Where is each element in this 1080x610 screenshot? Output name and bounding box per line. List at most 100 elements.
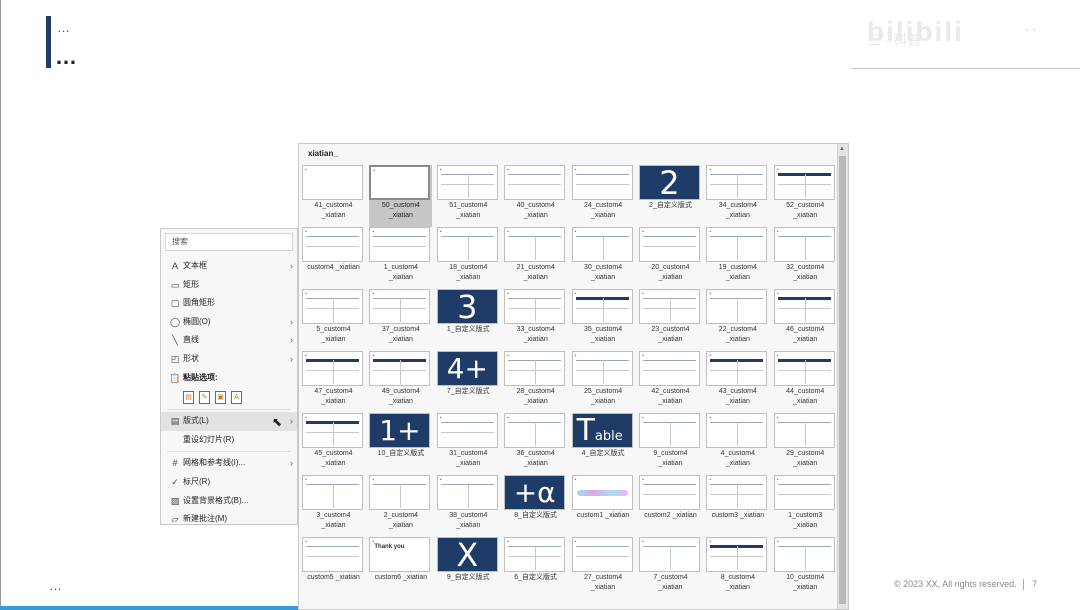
layout-tile[interactable]: ▪ 1_custom3 _xiatian	[773, 475, 837, 537]
layout-tile[interactable]: ▪ 35_custom4 _xiatian	[571, 289, 635, 351]
menu-item-a-5[interactable]: ◰ 形状 ›	[161, 350, 297, 369]
layout-tile[interactable]: ▪ 51_custom4 _xiatian	[436, 165, 500, 227]
layout-tile[interactable]: ▪ 32_custom4 _xiatian	[773, 227, 837, 289]
layout-tile[interactable]: ▪ 4_custom4 _xiatian	[706, 413, 769, 475]
layout-tile[interactable]: ▪ 19_custom4 _xiatian	[706, 227, 769, 289]
layout-tile[interactable]: ▪ 31_custom4 _xiatian	[436, 413, 500, 475]
layout-tile[interactable]: ▪ 1_custom4 _xiatian	[369, 227, 432, 289]
layout-tile[interactable]: ▪ 25_custom4 _xiatian	[571, 351, 635, 413]
mouse-cursor-icon: ⬉	[272, 415, 283, 429]
layout-tile[interactable]: ▪ 10_custom4 _xiatian	[773, 537, 837, 599]
layout-tile[interactable]: +α 8_自定义版式	[504, 475, 567, 537]
layout-tile[interactable]: ▪ 6_自定义版式	[504, 537, 567, 599]
layout-tile[interactable]: ▪ 47_custom4 _xiatian	[302, 351, 365, 413]
layout-tile[interactable]: ▪ 49_custom4 _xiatian	[369, 351, 432, 413]
layout-tile[interactable]: ▪ Thank you custom6 _xiatian	[369, 537, 432, 599]
layout-tile[interactable]: ▪ 9_custom4 _xiatian	[638, 413, 702, 475]
layout-tile[interactable]: ▪ 38_custom4 _xiatian	[436, 475, 500, 537]
footer-left-text: …	[49, 578, 62, 593]
layout-thumbnail: ▪	[369, 165, 431, 200]
layout-name: 8_custom4 _xiatian	[720, 574, 755, 591]
layout-tile[interactable]: ▪ 30_custom4 _xiatian	[571, 227, 635, 289]
scroll-up-arrow-icon[interactable]: ▲	[839, 146, 845, 152]
layout-tile[interactable]: ▪ 52_custom4 _xiatian	[773, 165, 837, 227]
paste-keep-icon[interactable]: ▤	[183, 390, 194, 404]
layout-tile[interactable]: ▪ 3_custom4 _xiatian	[302, 475, 365, 537]
menu-item-a-1[interactable]: ▭ 矩形	[161, 276, 297, 295]
layout-tile[interactable]: ▪ 20_custom4 _xiatian	[638, 227, 702, 289]
paste-text-icon[interactable]: A	[231, 390, 242, 404]
layout-tile[interactable]: 3 1_自定义版式	[436, 289, 500, 351]
menu-item-a-4[interactable]: ╲ 直线 ›	[161, 331, 297, 350]
menu-item-a-0[interactable]: A 文本框 ›	[161, 257, 297, 276]
check-icon: ✓	[171, 476, 179, 487]
layout-tile[interactable]: ▪ 43_custom4 _xiatian	[706, 351, 769, 413]
layout-tile[interactable]: ▪ 29_custom4 _xiatian	[773, 413, 837, 475]
layout-thumbnail: ▪	[369, 289, 431, 324]
layout-thumbnail: ▪	[504, 227, 566, 262]
menu-item-c-2[interactable]: ▨ 设置背景格式(B)...	[161, 492, 297, 511]
layout-thumbnail: ▪	[638, 537, 700, 572]
layout-tile[interactable]: ▪ 44_custom4 _xiatian	[773, 351, 837, 413]
layout-thumbnail: ▪	[638, 227, 700, 262]
menu-item-b-1[interactable]: 重设幻灯片(R)	[161, 431, 297, 450]
menu-item-label: 圆角矩形	[183, 298, 215, 308]
layout-tile[interactable]: ▪ 5_custom4 _xiatian	[302, 289, 365, 351]
layout-name: 2_custom4 _xiatian	[383, 512, 419, 529]
submenu-arrow-icon: ›	[290, 458, 293, 469]
layout-tile[interactable]: ▪ 23_custom4 _xiatian	[638, 289, 702, 351]
menu-item-label: 矩形	[183, 279, 199, 289]
layout-tile[interactable]: ▪ 22_custom4 _xiatian	[706, 289, 769, 351]
layout-name: 37_custom4 _xiatian	[381, 326, 420, 343]
layout-tile[interactable]: ▪ 33_custom4 _xiatian	[504, 289, 567, 351]
layout-tile[interactable]: ▪ 8_custom4 _xiatian	[706, 537, 769, 599]
layout-thumbnail: ▪	[302, 289, 363, 324]
layout-tile[interactable]: ▪ custom4 _xiatian	[302, 227, 365, 289]
menu-item-a-3[interactable]: ◯ 椭圆(O) ›	[161, 313, 297, 332]
layout-name: 2_自定义版式	[649, 202, 692, 209]
gallery-scrollbar[interactable]: ▲	[837, 144, 848, 609]
menu-item-c-1[interactable]: ✓ 标尺(R)	[161, 473, 297, 492]
paste-format-icon[interactable]: ✎	[199, 390, 210, 404]
layout-name: 31_custom4 _xiatian	[449, 450, 488, 467]
layout-thumbnail: ▪	[773, 289, 835, 324]
paste-picture-icon[interactable]: ▣	[215, 390, 226, 404]
layout-tile[interactable]: ▪ 28_custom4 _xiatian	[504, 351, 567, 413]
layout-tile[interactable]: ▪ 2_custom4 _xiatian	[369, 475, 432, 537]
layout-tile[interactable]: ▪ 7_custom4 _xiatian	[638, 537, 702, 599]
layout-tile[interactable]: ▪ 37_custom4 _xiatian	[369, 289, 432, 351]
layout-thumbnail: 3	[436, 289, 498, 324]
layout-tile[interactable]: ▪ 34_custom4 _xiatian	[706, 165, 769, 227]
layout-tile[interactable]: ▪ 21_custom4 _xiatian	[504, 227, 567, 289]
layout-tile[interactable]: 4+ 7_自定义版式	[436, 351, 500, 413]
layout-tile[interactable]: ▪ 41_custom4 _xiatian	[302, 165, 365, 227]
menu-item-c-0[interactable]: # 网格和参考线(I)... ›	[161, 454, 297, 473]
layout-tile[interactable]: ▪ 42_custom4 _xiatian	[638, 351, 702, 413]
layout-tile[interactable]: ▪ custom1 _xiatian	[571, 475, 635, 537]
layout-tile[interactable]: ▪ 27_custom4 _xiatian	[571, 537, 635, 599]
scrollbar-thumb[interactable]	[839, 156, 846, 604]
text-box-icon: A	[171, 261, 178, 271]
footer-copyright: © 2023 XX, All rights reserved.	[894, 579, 1017, 589]
menu-item-c-3[interactable]: ▱ 新建批注(M)	[161, 510, 297, 529]
layout-tile[interactable]: ▪ custom5 _xiatian	[302, 537, 365, 599]
layout-tile[interactable]: 2 2_自定义版式	[638, 165, 702, 227]
context-menu-search-input[interactable]: 搜索	[165, 233, 293, 251]
layout-tile[interactable]: ▪ custom3 _xiatian	[706, 475, 769, 537]
layout-tile[interactable]: ▪ 46_custom4 _xiatian	[773, 289, 837, 351]
layout-name: 3_custom4 _xiatian	[316, 512, 351, 529]
layout-tile[interactable]: ▪ custom2 _xiatian	[638, 475, 702, 537]
layout-name: 7_自定义版式	[446, 388, 490, 395]
layout-tile[interactable]: ▪ 40_custom4 _xiatian	[504, 165, 567, 227]
layout-tile[interactable]: ▪ 24_custom4 _xiatian	[571, 165, 635, 227]
layout-tile[interactable]: Table 4_自定义版式	[571, 413, 635, 475]
layout-tile[interactable]: ▪ 36_custom4 _xiatian	[504, 413, 567, 475]
layout-tile[interactable]: X 9_自定义版式	[436, 537, 500, 599]
layout-tile[interactable]: 1+ 10_自定义版式	[369, 413, 432, 475]
layout-tile[interactable]: ▪ 18_custom4 _xiatian	[436, 227, 500, 289]
layout-name: 47_custom4 _xiatian	[314, 388, 353, 405]
layout-tile[interactable]: ▪ 45_custom4 _xiatian	[302, 413, 365, 475]
layout-tile[interactable]: ▪ 50_custom4 _xiatian	[369, 165, 433, 227]
menu-item-a-2[interactable]: ▢ 圆角矩形	[161, 294, 297, 313]
layout-name: 51_custom4 _xiatian	[449, 202, 488, 219]
